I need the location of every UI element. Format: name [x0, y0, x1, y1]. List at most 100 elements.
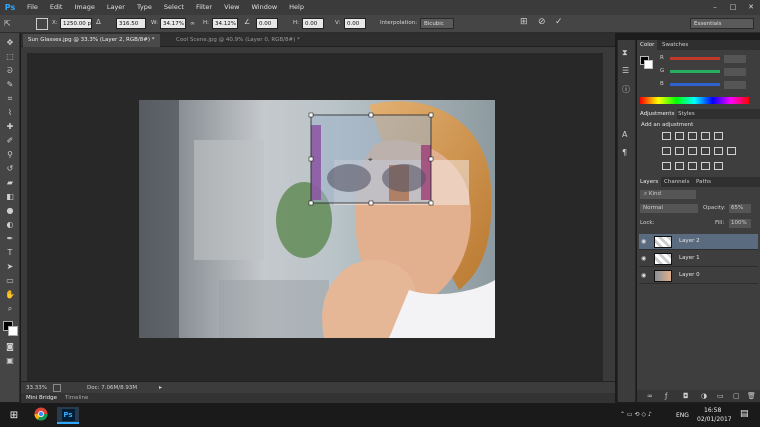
commit-transform-icon[interactable]: ✓ — [555, 17, 563, 27]
notifications-icon[interactable]: ▤ — [740, 409, 749, 419]
status-menu-arrow-icon[interactable]: ▸ — [159, 384, 162, 391]
reference-point-icon[interactable] — [36, 18, 48, 30]
black-white-icon[interactable] — [688, 147, 697, 155]
shape-tool-icon[interactable]: ▭ — [3, 275, 17, 287]
crop-tool-icon[interactable]: ⌗ — [3, 93, 17, 105]
visibility-eye-icon[interactable]: ◉ — [641, 255, 646, 262]
canvas-scrollbar[interactable] — [603, 47, 615, 381]
quick-mask-icon[interactable]: ◙ — [3, 341, 17, 353]
close-icon[interactable]: ✕ — [742, 0, 760, 15]
export-icon[interactable] — [53, 384, 61, 392]
delete-layer-icon[interactable]: 🗑 — [747, 392, 756, 400]
blue-slider[interactable]: B — [640, 81, 758, 90]
color-balance-icon[interactable] — [675, 147, 684, 155]
screen-mode-icon[interactable]: ▣ — [3, 355, 17, 367]
rotation-field[interactable]: 0.00 — [256, 18, 278, 29]
hskew-field[interactable]: 0.00 — [302, 18, 324, 29]
layer-row-layer-2[interactable]: ◉ Layer 2 — [639, 234, 758, 250]
tab-color[interactable]: Color — [637, 40, 658, 50]
green-value[interactable] — [724, 68, 746, 76]
selective-color-icon[interactable] — [714, 162, 723, 170]
history-brush-icon[interactable]: ↺ — [3, 163, 17, 175]
marquee-tool-icon[interactable]: ⬚ — [3, 51, 17, 63]
threshold-icon[interactable] — [688, 162, 697, 170]
add-mask-icon[interactable]: ◘ — [683, 392, 689, 400]
background-color-swatch[interactable] — [8, 326, 18, 336]
blue-value[interactable] — [724, 81, 746, 89]
tab-timeline[interactable]: Timeline — [65, 395, 88, 401]
menu-file[interactable]: File — [21, 0, 44, 15]
tab-sun-glasses[interactable]: Sun Glasses.jpg @ 33.3% (Layer 2, RGB/8#… — [23, 34, 160, 47]
maximize-icon[interactable]: □ — [724, 0, 742, 15]
brightness-icon[interactable] — [662, 132, 671, 140]
hue-sat-icon[interactable] — [662, 147, 671, 155]
cancel-transform-icon[interactable]: ⊘ — [538, 17, 546, 27]
healing-brush-icon[interactable]: ✚ — [3, 121, 17, 133]
layer-filter-select[interactable]: ⌕ Kind — [640, 190, 696, 199]
layer-row-layer-1[interactable]: ◉ Layer 1 — [639, 251, 758, 267]
channel-mixer-icon[interactable] — [714, 147, 723, 155]
tab-channels[interactable]: Channels — [661, 177, 692, 187]
document-canvas[interactable]: ⌖ — [139, 100, 495, 338]
dodge-tool-icon[interactable]: ◐ — [3, 219, 17, 231]
color-lookup-icon[interactable] — [727, 147, 736, 155]
red-slider[interactable]: R — [640, 55, 758, 64]
character-icon[interactable]: A — [622, 130, 627, 139]
properties-icon[interactable]: ☰ — [622, 66, 629, 75]
vskew-field[interactable]: 0.00 — [344, 18, 366, 29]
menu-select[interactable]: Select — [158, 0, 190, 15]
fill-field[interactable]: 100% — [729, 219, 751, 228]
menu-edit[interactable]: Edit — [44, 0, 69, 15]
menu-filter[interactable]: Filter — [190, 0, 218, 15]
path-select-icon[interactable]: ➤ — [3, 261, 17, 273]
opacity-field[interactable]: 65% — [729, 204, 751, 213]
lasso-tool-icon[interactable]: ᘐ — [3, 65, 17, 77]
height-field[interactable]: 34.12% — [212, 18, 238, 29]
menu-type[interactable]: Type — [131, 0, 158, 15]
visibility-eye-icon[interactable]: ◉ — [641, 272, 646, 279]
menu-window[interactable]: Window — [246, 0, 284, 15]
system-tray-icons[interactable]: ⌃ ▭ ⟲ ◇ ♪ — [620, 411, 652, 418]
chrome-icon[interactable] — [30, 407, 52, 424]
tab-adjustments[interactable]: Adjustments — [637, 109, 678, 119]
curves-icon[interactable] — [688, 132, 697, 140]
info-icon[interactable]: ⓘ — [622, 84, 630, 95]
tab-paths[interactable]: Paths — [693, 177, 714, 187]
tab-cool-scene[interactable]: Cool Scene.jpg @ 40.9% (Layer 0, RGB/8#)… — [171, 34, 305, 47]
vibrance-icon[interactable] — [714, 132, 723, 140]
hand-tool-icon[interactable]: ✋ — [3, 289, 17, 301]
levels-icon[interactable] — [675, 132, 684, 140]
posterize-icon[interactable] — [675, 162, 684, 170]
move-tool-icon[interactable]: ✥ — [3, 37, 17, 49]
photo-filter-icon[interactable] — [701, 147, 710, 155]
menu-layer[interactable]: Layer — [101, 0, 131, 15]
move-tool-icon[interactable]: ⇱ — [4, 19, 20, 29]
green-slider[interactable]: G — [640, 68, 758, 77]
clone-stamp-icon[interactable]: ⚲ — [3, 149, 17, 161]
interpolation-select[interactable]: Bicubic — [420, 18, 454, 29]
exposure-icon[interactable] — [701, 132, 710, 140]
quick-select-tool-icon[interactable]: ✎ — [3, 79, 17, 91]
gradient-map-icon[interactable] — [701, 162, 710, 170]
link-layers-icon[interactable]: ∞ — [647, 392, 653, 400]
minimize-icon[interactable]: – — [706, 0, 724, 15]
fx-icon[interactable]: ƒ — [665, 392, 667, 400]
tab-layers[interactable]: Layers — [637, 177, 662, 187]
photoshop-taskbar-icon[interactable]: Ps — [57, 407, 79, 424]
layer-row-layer-0[interactable]: ◉ Layer 0 — [639, 268, 758, 284]
new-adjustment-icon[interactable]: ◑ — [701, 392, 707, 400]
link-icon[interactable]: ∞ — [190, 20, 195, 27]
brush-tool-icon[interactable]: ✐ — [3, 135, 17, 147]
color-spectrum[interactable] — [640, 97, 749, 104]
x-field[interactable]: 1250.00 p — [60, 18, 92, 29]
new-group-icon[interactable]: ▭ — [717, 392, 724, 400]
zoom-level[interactable]: 33.33% — [26, 385, 47, 391]
red-value[interactable] — [724, 55, 746, 63]
eraser-tool-icon[interactable]: ▰ — [3, 177, 17, 189]
paragraph-icon[interactable]: ¶ — [622, 148, 627, 157]
pen-tool-icon[interactable]: ✒ — [3, 233, 17, 245]
windows-start-icon[interactable]: ⊞ — [3, 407, 25, 424]
language-indicator[interactable]: ENG — [676, 412, 689, 419]
y-field[interactable]: 316.50 px — [116, 18, 146, 38]
menu-help[interactable]: Help — [283, 0, 310, 15]
